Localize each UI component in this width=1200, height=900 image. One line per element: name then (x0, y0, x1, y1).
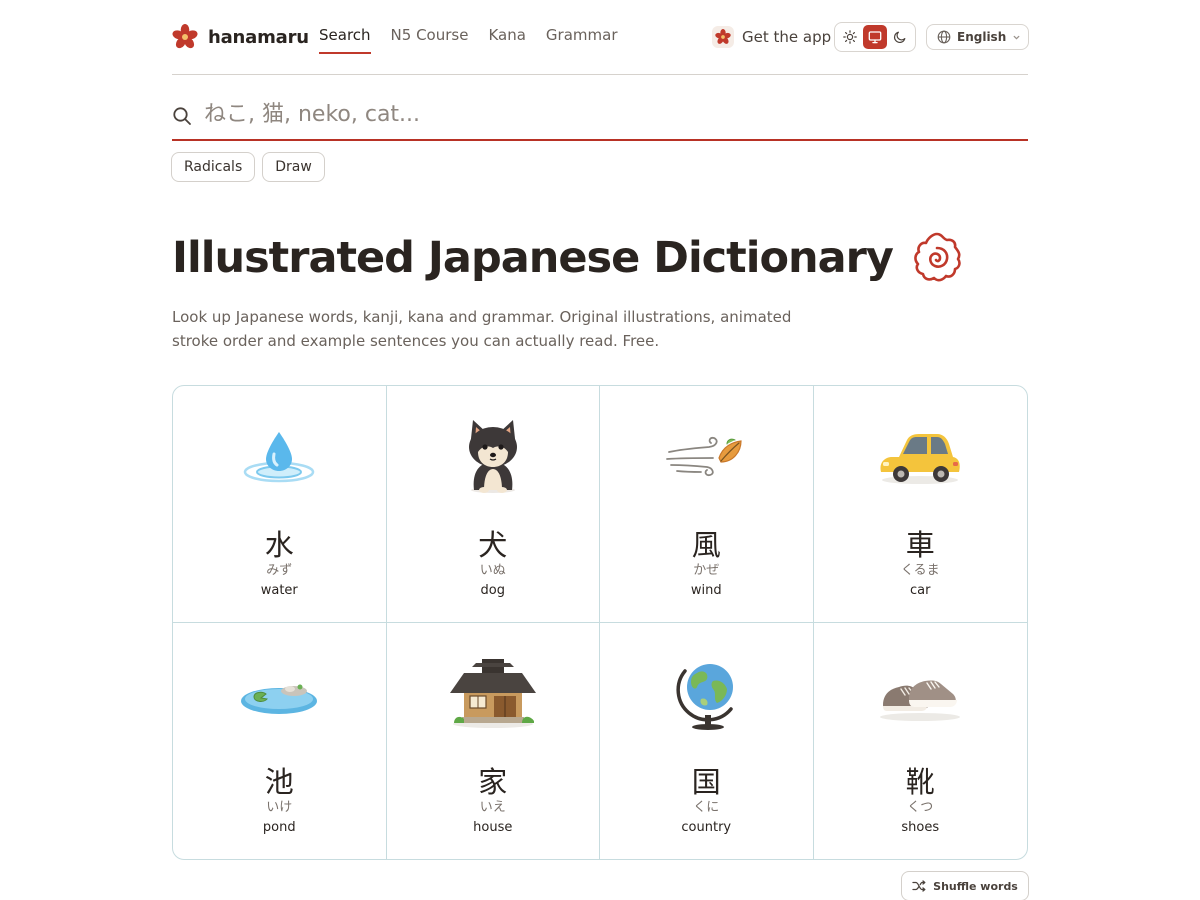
theme-dark-button[interactable] (888, 25, 912, 49)
nav-search[interactable]: Search (319, 26, 371, 54)
nav-n5-course[interactable]: N5 Course (391, 26, 469, 54)
shuffle-words-button[interactable]: Shuffle words (901, 871, 1029, 900)
shiba-dog-icon (468, 420, 517, 493)
word-kanji: 犬 (478, 528, 508, 562)
word-kanji: 池 (264, 764, 294, 799)
word-kana: いけ (266, 799, 293, 815)
word-card-dog[interactable]: 犬 いぬ dog (386, 386, 600, 623)
brand-name: hanamaru (208, 26, 309, 48)
word-kanji: 車 (905, 528, 935, 562)
page-subtitle: Look up Japanese words, kanji, kana and … (172, 308, 792, 350)
word-card-wind[interactable]: 風 かぜ wind (600, 386, 814, 623)
word-card-pond[interactable]: 池 いけ pond (173, 622, 387, 859)
word-kana: いぬ (479, 563, 506, 578)
nav-kana[interactable]: Kana (488, 26, 525, 54)
site-header: hanamaru Search N5 Course Kana Grammar G… (172, 14, 1029, 58)
word-gloss: dog (480, 583, 505, 598)
theme-system-button[interactable] (862, 25, 887, 49)
search-input[interactable] (204, 102, 984, 127)
draw-button[interactable]: Draw (262, 152, 325, 182)
word-gloss: pond (262, 819, 296, 835)
wind-leaf-icon (666, 436, 742, 477)
shuffle-label: Shuffle words (933, 879, 1018, 893)
theme-light-button[interactable] (838, 25, 862, 49)
water-drop-icon (244, 432, 315, 483)
word-kanji: 家 (478, 764, 508, 799)
pond-icon (241, 684, 318, 714)
word-kanji: 風 (691, 528, 721, 562)
flower-icon (172, 24, 198, 49)
word-card-shoes[interactable]: 靴 くつ shoes (814, 623, 1028, 860)
chevron-down-icon (1013, 35, 1020, 40)
get-app-label: Get the app (742, 28, 832, 46)
word-kana: かぜ (693, 563, 720, 578)
hanamaru-mark-icon (914, 232, 961, 282)
word-kanji: 水 (264, 528, 294, 562)
search-tools: Radicals Draw (171, 152, 325, 182)
word-gloss: country (681, 819, 732, 835)
language-label: English (957, 30, 1007, 44)
word-kana: くつ (907, 799, 934, 815)
search-icon (173, 106, 191, 125)
house-icon (449, 658, 536, 728)
nav-grammar[interactable]: Grammar (546, 26, 618, 54)
word-kana: みず (266, 563, 293, 578)
hero-title-row: Illustrated Japanese Dictionary (172, 230, 965, 286)
app-flower-icon (712, 26, 734, 48)
moon-icon (894, 31, 906, 43)
search-bar (172, 92, 1028, 141)
monitor-icon (868, 31, 882, 44)
language-selector[interactable]: English (926, 24, 1029, 50)
header-divider (172, 74, 1028, 75)
globe-icon (676, 663, 734, 730)
word-grid: 水 みず water 犬 いぬ dog 風 かぜ wind 車 くるま car … (172, 385, 1028, 860)
word-gloss: wind (690, 583, 722, 598)
word-gloss: car (910, 583, 931, 598)
word-gloss: shoes (901, 819, 940, 835)
car-icon (880, 434, 960, 484)
word-kana: いえ (479, 799, 506, 815)
shoes-icon (880, 679, 961, 721)
theme-switcher (834, 22, 916, 52)
word-kanji: 靴 (905, 764, 935, 799)
word-kana: くに (693, 799, 720, 815)
word-card-house[interactable]: 家 いえ house (387, 622, 600, 859)
word-gloss: house (473, 819, 513, 835)
brand-link[interactable]: hanamaru (172, 24, 309, 50)
globe-icon (937, 30, 951, 44)
word-kana: くるま (900, 563, 940, 578)
get-app-link[interactable]: Get the app (712, 26, 831, 48)
word-card-country[interactable]: 国 くに country (600, 622, 814, 859)
word-card-car[interactable]: 車 くるま car (813, 386, 1027, 623)
main-nav: Search N5 Course Kana Grammar (319, 26, 618, 54)
radicals-button[interactable]: Radicals (171, 152, 256, 182)
word-card-water[interactable]: 水 みず water (173, 386, 387, 623)
word-kanji: 国 (691, 764, 721, 799)
sun-icon (842, 30, 857, 44)
shuffle-icon (912, 880, 926, 892)
page-title: Illustrated Japanese Dictionary (172, 233, 894, 283)
word-gloss: water (260, 583, 298, 598)
